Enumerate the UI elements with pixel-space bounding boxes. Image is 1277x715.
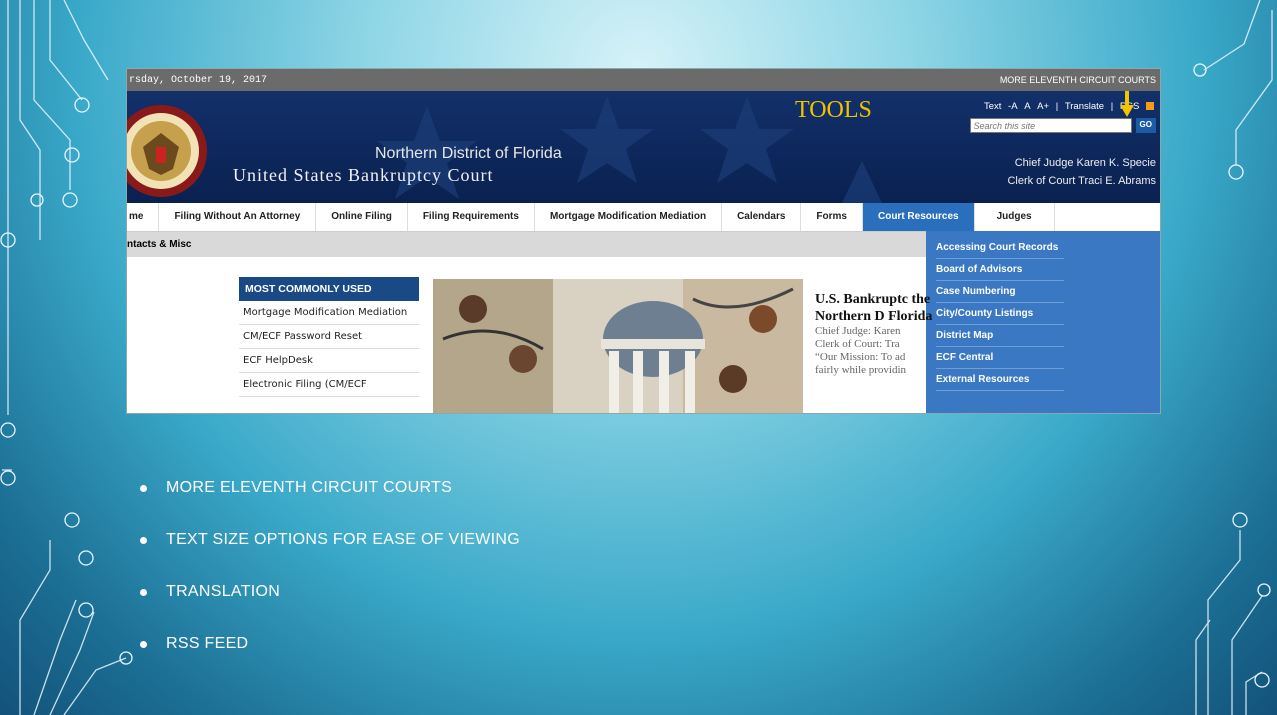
bullet-item: TRANSLATION	[140, 566, 520, 618]
search-input[interactable]	[969, 118, 1132, 133]
welcome-line: fairly while providin	[815, 364, 907, 376]
bullet-text: MORE ELEVENTH CIRCUIT COURTS	[166, 479, 453, 496]
site-banner: Northern District of Florida United Stat…	[127, 91, 1160, 203]
nav-forms[interactable]: Forms	[801, 203, 863, 231]
courthouse-mural-image	[433, 279, 803, 413]
translate-link[interactable]: Translate	[1065, 101, 1104, 112]
bullet-dot	[140, 536, 147, 544]
most-used-item[interactable]: CM/ECF Password Reset	[239, 325, 419, 349]
nav-contacts-misc[interactable]: ntacts & Misc	[127, 239, 191, 250]
most-used-item[interactable]: ECF HelpDesk	[239, 349, 419, 373]
nav-mortgage-modification[interactable]: Mortgage Modification Mediation	[535, 203, 723, 231]
bullet-dot	[140, 484, 147, 492]
search-go-button[interactable]: GO	[1135, 118, 1156, 133]
more-courts-link[interactable]: MORE ELEVENTH CIRCUIT COURTS	[1000, 75, 1158, 85]
top-bar: rsday, October 19, 2017 MORE ELEVENTH CI…	[127, 69, 1160, 91]
nav-filing-requirements[interactable]: Filing Requirements	[408, 203, 535, 231]
chief-judge-text: Chief Judge Karen K. Specie	[1014, 157, 1156, 169]
rss-icon[interactable]	[1146, 102, 1154, 111]
bullet-item: TEXT SIZE OPTIONS FOR EASE OF VIEWING	[140, 514, 520, 566]
welcome-line: “Our Mission: To ad	[815, 351, 906, 363]
dropdown-item[interactable]: External Resources	[936, 369, 1064, 391]
most-used-item[interactable]: Electronic Filing (CM/ECF	[239, 373, 419, 397]
text-size-increase[interactable]: A+	[1037, 101, 1049, 112]
dropdown-item[interactable]: Case Numbering	[936, 281, 1064, 303]
tools-title: TOOLS	[795, 97, 872, 123]
court-name: United States Bankruptcy Court	[233, 165, 494, 185]
welcome-heading: U.S. Bankruptc the Northern D Florida	[815, 292, 933, 324]
welcome-line: Chief Judge: Karen	[815, 325, 901, 337]
court-district-name: Northern District of Florida	[375, 145, 562, 162]
arrow-down-icon	[1120, 91, 1134, 117]
bullet-item: MORE ELEVENTH CIRCUIT COURTS	[140, 462, 520, 514]
bullet-text: RSS FEED	[166, 635, 249, 652]
dropdown-item[interactable]: ECF Central	[936, 347, 1064, 369]
clerk-text: Clerk of Court Traci E. Abrams	[1007, 175, 1156, 187]
text-size-label: Text	[983, 101, 1002, 112]
bullet-text: TEXT SIZE OPTIONS FOR EASE OF VIEWING	[166, 531, 520, 548]
nav-calendars[interactable]: Calendars	[722, 203, 802, 231]
welcome-line: Clerk of Court: Tra	[815, 338, 900, 350]
most-used-item[interactable]: Mortgage Modification Mediation	[239, 301, 419, 325]
court-seal-icon	[127, 105, 207, 197]
separator: |	[1110, 101, 1114, 112]
bullet-text: TRANSLATION	[166, 583, 281, 600]
most-used-header: MOST COMMONLY USED	[239, 277, 419, 301]
dropdown-item[interactable]: Board of Advisors	[936, 259, 1064, 281]
dropdown-item[interactable]: Accessing Court Records	[936, 237, 1064, 259]
most-used-panel: MOST COMMONLY USED Mortgage Modification…	[239, 277, 419, 397]
nav-court-resources[interactable]: Court Resources	[862, 203, 975, 231]
separator: |	[1055, 101, 1059, 112]
bullet-dot	[140, 640, 147, 648]
welcome-section: U.S. Bankruptc the Northern D Florida Ch…	[815, 291, 935, 377]
court-resources-dropdown: Accessing Court Records Board of Advisor…	[926, 231, 1160, 413]
site-search: GO	[969, 118, 1156, 133]
dropdown-item[interactable]: City/County Listings	[936, 303, 1064, 325]
nav-filing-without-attorney[interactable]: Filing Without An Attorney	[159, 203, 317, 231]
court-website-screenshot: rsday, October 19, 2017 MORE ELEVENTH CI…	[126, 68, 1161, 414]
main-nav: me Filing Without An Attorney Online Fil…	[127, 203, 1160, 232]
date-text: rsday, October 19, 2017	[129, 74, 268, 86]
dropdown-item[interactable]: District Map	[936, 325, 1064, 347]
text-size-decrease[interactable]: -A	[1008, 101, 1018, 112]
nav-judges[interactable]: Judges	[975, 203, 1055, 231]
bullet-dot	[140, 588, 147, 596]
nav-online-filing[interactable]: Online Filing	[316, 203, 408, 231]
slide-bullet-list: MORE ELEVENTH CIRCUIT COURTS TEXT SIZE O…	[140, 462, 520, 670]
bullet-item: RSS FEED	[140, 618, 520, 670]
nav-home[interactable]: me	[127, 203, 160, 231]
text-size-normal[interactable]: A	[1024, 101, 1030, 112]
